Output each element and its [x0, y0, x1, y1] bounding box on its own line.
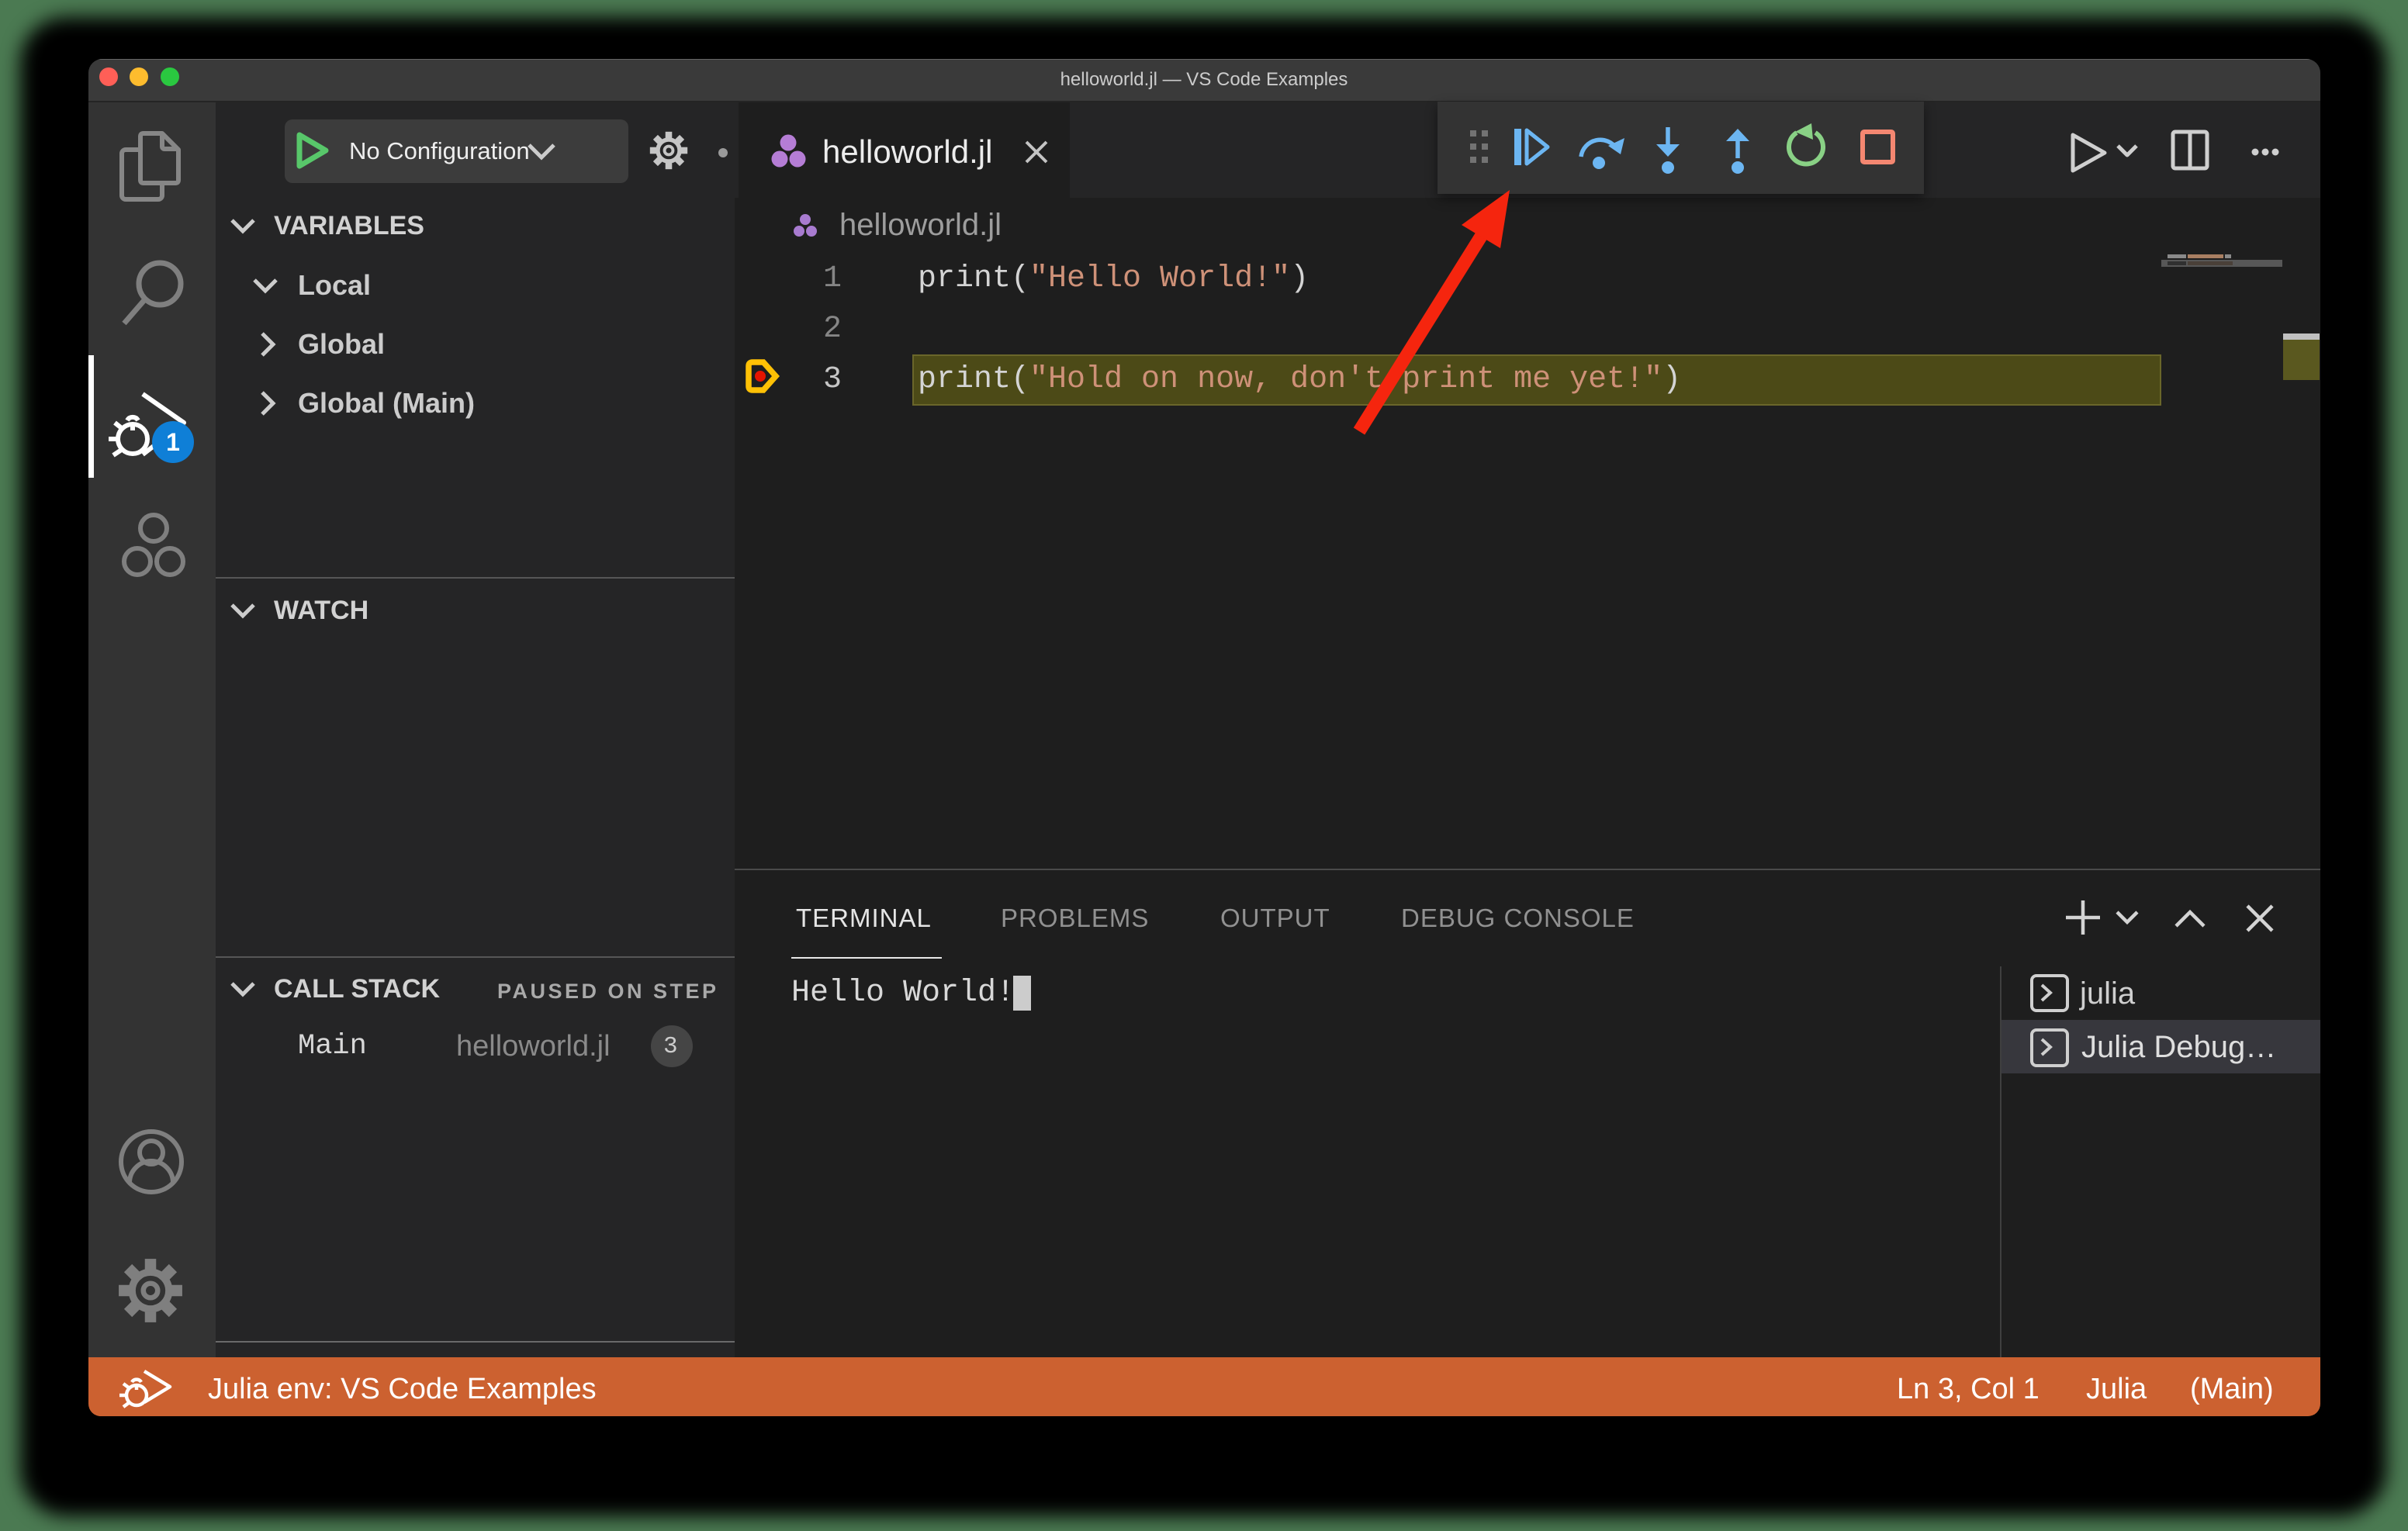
svg-text:1: 1	[166, 428, 180, 456]
